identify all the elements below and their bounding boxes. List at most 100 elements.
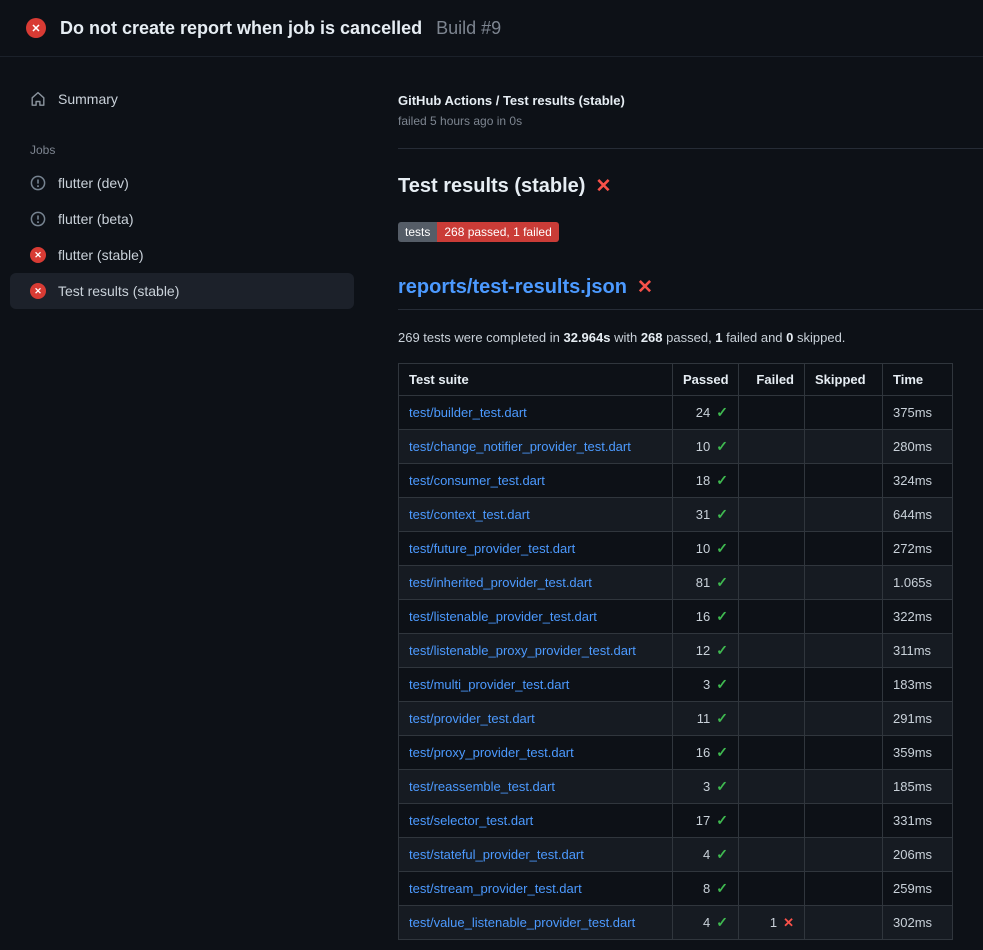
- time-cell: 185ms: [883, 770, 953, 804]
- time-cell: 322ms: [883, 600, 953, 634]
- skipped-cell: [805, 838, 883, 872]
- report-file-name: reports/test-results.json: [398, 276, 627, 299]
- suite-link[interactable]: test/selector_test.dart: [409, 813, 533, 828]
- table-row: test/listenable_provider_test.dart 16 32…: [399, 600, 953, 634]
- report-file-link[interactable]: reports/test-results.json ✕: [398, 276, 653, 299]
- col-header-failed: Failed: [739, 364, 805, 396]
- table-row: test/listenable_proxy_provider_test.dart…: [399, 634, 953, 668]
- suite-link[interactable]: test/value_listenable_provider_test.dart: [409, 915, 635, 930]
- passed-count: 11: [697, 711, 711, 726]
- suite-link[interactable]: test/listenable_provider_test.dart: [409, 609, 597, 624]
- sidebar-item-test-results-stable[interactable]: ✕ Test results (stable): [10, 273, 354, 309]
- suite-link[interactable]: test/multi_provider_test.dart: [409, 677, 569, 692]
- passed-count: 24: [696, 405, 710, 420]
- tests-summary-line: 269 tests were completed in 32.964s with…: [398, 330, 983, 345]
- check-icon: [716, 880, 728, 897]
- check-icon: [716, 744, 728, 761]
- test-table-body: test/builder_test.dart 24 375ms test/cha…: [399, 396, 953, 940]
- time-cell: 302ms: [883, 906, 953, 940]
- passed-count: 17: [696, 813, 710, 828]
- failed-cell: [739, 464, 805, 498]
- passed-cell: 10: [673, 430, 739, 464]
- passed-count: 4: [703, 847, 710, 862]
- check-icon: [716, 472, 728, 489]
- time-cell: 324ms: [883, 464, 953, 498]
- table-row: test/future_provider_test.dart 10 272ms: [399, 532, 953, 566]
- passed-cell: 8: [673, 872, 739, 906]
- time-cell: 183ms: [883, 668, 953, 702]
- time-cell: 272ms: [883, 532, 953, 566]
- sidebar-item-flutter-beta[interactable]: flutter (beta): [10, 201, 354, 237]
- suite-link[interactable]: test/consumer_test.dart: [409, 473, 545, 488]
- table-row: test/builder_test.dart 24 375ms: [399, 396, 953, 430]
- table-row: test/value_listenable_provider_test.dart…: [399, 906, 953, 940]
- sidebar-item-flutter-dev[interactable]: flutter (dev): [10, 165, 354, 201]
- failed-cell: [739, 838, 805, 872]
- skipped-cell: [805, 464, 883, 498]
- table-row: test/provider_test.dart 11 291ms: [399, 702, 953, 736]
- sidebar-item-label: Test results (stable): [58, 283, 179, 299]
- sidebar-item-label: Summary: [58, 91, 118, 107]
- suite-link[interactable]: test/inherited_provider_test.dart: [409, 575, 592, 590]
- passed-cell: 10: [673, 532, 739, 566]
- summary-text: 269 tests were completed in: [398, 330, 563, 345]
- summary-text: failed and: [723, 330, 787, 345]
- jobs-section-label: Jobs: [30, 143, 354, 157]
- passed-cell: 16: [673, 736, 739, 770]
- passed-cell: 3: [673, 770, 739, 804]
- summary-duration: 32.964s: [563, 330, 610, 345]
- passed-count: 31: [696, 507, 710, 522]
- check-icon: [716, 676, 728, 693]
- col-header-test-suite: Test suite: [399, 364, 673, 396]
- summary-text: skipped.: [793, 330, 845, 345]
- sidebar-item-summary[interactable]: Summary: [10, 81, 354, 117]
- skipped-cell: [805, 532, 883, 566]
- failed-cell: [739, 498, 805, 532]
- build-failed-icon: ✕: [26, 18, 46, 38]
- suite-link[interactable]: test/stream_provider_test.dart: [409, 881, 582, 896]
- section-heading-text: Test results (stable): [398, 175, 585, 198]
- summary-failed-count: 1: [715, 330, 722, 345]
- failed-status-icon: ✕: [30, 247, 46, 263]
- test-results-table: Test suite Passed Failed Skipped Time te…: [398, 363, 953, 940]
- sidebar: Summary Jobs flutter (dev) flut: [0, 57, 372, 309]
- check-icon: [716, 438, 728, 455]
- passed-count: 16: [696, 609, 710, 624]
- passed-count: 16: [696, 745, 710, 760]
- suite-link[interactable]: test/reassemble_test.dart: [409, 779, 555, 794]
- suite-link[interactable]: test/builder_test.dart: [409, 405, 527, 420]
- table-row: test/context_test.dart 31 644ms: [399, 498, 953, 532]
- check-icon: [716, 710, 728, 727]
- check-icon: [716, 608, 728, 625]
- suite-link[interactable]: test/listenable_proxy_provider_test.dart: [409, 643, 636, 658]
- sidebar-item-label: flutter (stable): [58, 247, 144, 263]
- time-cell: 259ms: [883, 872, 953, 906]
- neutral-status-icon: [30, 175, 46, 191]
- passed-count: 3: [703, 677, 710, 692]
- skipped-cell: [805, 872, 883, 906]
- table-header-row: Test suite Passed Failed Skipped Time: [399, 364, 953, 396]
- page-title: Do not create report when job is cancell…: [60, 18, 422, 39]
- suite-link[interactable]: test/context_test.dart: [409, 507, 530, 522]
- passed-cell: 16: [673, 600, 739, 634]
- run-status-line: failed 5 hours ago in 0s: [398, 114, 983, 128]
- failed-cell: [739, 702, 805, 736]
- time-cell: 644ms: [883, 498, 953, 532]
- failed-cell: [739, 804, 805, 838]
- build-header: ✕ Do not create report when job is cance…: [0, 0, 983, 57]
- x-icon: [783, 915, 794, 931]
- time-cell: 359ms: [883, 736, 953, 770]
- time-cell: 291ms: [883, 702, 953, 736]
- divider: [398, 148, 983, 149]
- col-header-passed: Passed: [673, 364, 739, 396]
- badge-label: tests: [398, 222, 437, 242]
- home-icon: [30, 91, 46, 107]
- suite-link[interactable]: test/proxy_provider_test.dart: [409, 745, 574, 760]
- suite-link[interactable]: test/future_provider_test.dart: [409, 541, 575, 556]
- sidebar-item-flutter-stable[interactable]: ✕ flutter (stable): [10, 237, 354, 273]
- suite-link[interactable]: test/stateful_provider_test.dart: [409, 847, 584, 862]
- passed-cell: 17: [673, 804, 739, 838]
- suite-link[interactable]: test/provider_test.dart: [409, 711, 535, 726]
- suite-link[interactable]: test/change_notifier_provider_test.dart: [409, 439, 631, 454]
- failed-cell: [739, 634, 805, 668]
